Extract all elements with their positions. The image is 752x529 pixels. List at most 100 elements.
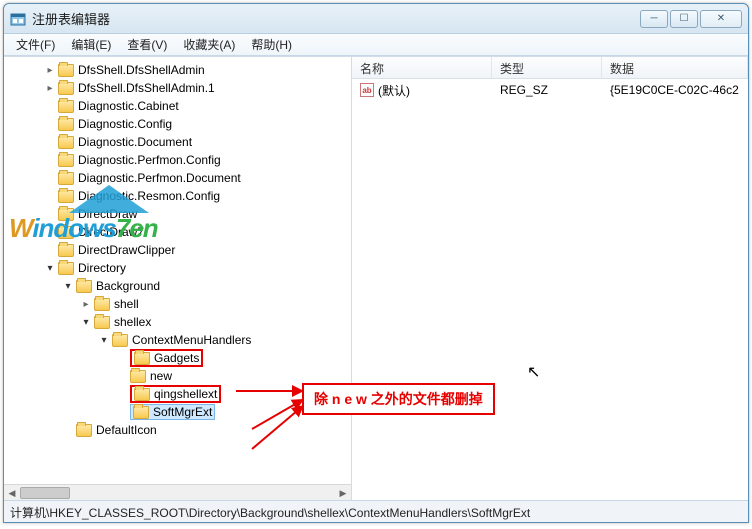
window-controls: ─ ☐ ✕	[640, 10, 742, 28]
tree-node[interactable]: new	[8, 367, 351, 385]
folder-icon	[76, 424, 92, 437]
tree-node[interactable]: ▸ shell	[8, 295, 351, 313]
chevron-none	[44, 190, 56, 202]
value-name: (默认)	[378, 82, 410, 99]
menu-edit[interactable]: 编辑(E)	[63, 34, 119, 55]
tree-node-label: DirectDraw7	[78, 225, 144, 239]
tree-node[interactable]: Diagnostic.Perfmon.Config	[8, 151, 351, 169]
tree-node-label: Diagnostic.Document	[78, 135, 192, 149]
chevron-none	[116, 406, 128, 418]
scroll-left-icon[interactable]: ◀	[4, 485, 20, 500]
tree-node[interactable]: DirectDrawClipper	[8, 241, 351, 259]
titlebar[interactable]: 注册表编辑器 ─ ☐ ✕	[4, 4, 748, 34]
window-title: 注册表编辑器	[32, 9, 640, 28]
chevron-none	[116, 388, 128, 400]
folder-icon	[112, 334, 128, 347]
folder-icon	[58, 136, 74, 149]
tree-node-label: new	[150, 369, 172, 383]
tree-node[interactable]: DirectDraw7	[8, 223, 351, 241]
folder-icon	[134, 352, 150, 365]
chevron-none	[44, 226, 56, 238]
close-button[interactable]: ✕	[700, 10, 742, 28]
chevron-right-icon[interactable]: ▸	[80, 298, 92, 310]
folder-icon	[58, 64, 74, 77]
statusbar: 计算机\HKEY_CLASSES_ROOT\Directory\Backgrou…	[4, 500, 748, 522]
content-area: ▸ DfsShell.DfsShellAdmin ▸ DfsShell.DfsShel…	[4, 56, 748, 500]
list-row[interactable]: ab (默认) REG_SZ {5E19C0CE-C02C-46c2	[352, 81, 748, 99]
tree-node[interactable]: ▸ DfsShell.DfsShellAdmin.1	[8, 79, 351, 97]
menu-view[interactable]: 查看(V)	[119, 34, 175, 55]
folder-icon	[94, 316, 110, 329]
value-type: REG_SZ	[492, 83, 602, 97]
tree-node-label: Diagnostic.Resmon.Config	[78, 189, 220, 203]
list-body[interactable]: ab (默认) REG_SZ {5E19C0CE-C02C-46c2	[352, 79, 748, 101]
maximize-button[interactable]: ☐	[670, 10, 698, 28]
folder-icon	[58, 154, 74, 167]
tree-node[interactable]: Diagnostic.Resmon.Config	[8, 187, 351, 205]
chevron-none	[44, 118, 56, 130]
tree-node[interactable]: ▾ Background	[8, 277, 351, 295]
tree-node-label: ContextMenuHandlers	[132, 333, 251, 347]
tree-node-label: DfsShell.DfsShellAdmin	[78, 63, 205, 77]
tree-node-label: Background	[96, 279, 160, 293]
chevron-none	[44, 136, 56, 148]
folder-icon	[58, 244, 74, 257]
chevron-down-icon[interactable]: ▾	[80, 316, 92, 328]
tree-scroll[interactable]: ▸ DfsShell.DfsShellAdmin ▸ DfsShell.DfsShel…	[4, 57, 351, 484]
folder-icon	[133, 406, 149, 419]
minimize-button[interactable]: ─	[640, 10, 668, 28]
tree-h-scrollbar[interactable]: ◀ ▶	[4, 484, 351, 500]
tree-node[interactable]: Diagnostic.Document	[8, 133, 351, 151]
menu-fav[interactable]: 收藏夹(A)	[175, 34, 243, 55]
chevron-down-icon[interactable]: ▾	[98, 334, 110, 346]
chevron-down-icon[interactable]: ▾	[44, 262, 56, 274]
tree-node[interactable]: ▾ ContextMenuHandlers	[8, 331, 351, 349]
folder-icon	[58, 118, 74, 131]
menu-file[interactable]: 文件(F)	[8, 34, 63, 55]
tree-node-label: Diagnostic.Cabinet	[78, 99, 179, 113]
tree-node-label: Diagnostic.Config	[78, 117, 172, 131]
tree-node[interactable]: ▾ shellex	[8, 313, 351, 331]
folder-icon	[58, 208, 74, 221]
column-name[interactable]: 名称	[352, 57, 492, 78]
folder-icon	[94, 298, 110, 311]
chevron-none	[116, 370, 128, 382]
tree-node[interactable]: ▸ DfsShell.DfsShellAdmin	[8, 61, 351, 79]
tree-node[interactable]: ▾Directory	[8, 259, 351, 277]
menubar: 文件(F) 编辑(E) 查看(V) 收藏夹(A) 帮助(H)	[4, 34, 748, 56]
scroll-thumb[interactable]	[20, 487, 70, 499]
folder-icon	[134, 388, 150, 401]
tree-node-label: qingshellext	[154, 387, 217, 401]
folder-icon	[76, 280, 92, 293]
tree-node-label: Diagnostic.Perfmon.Config	[78, 153, 221, 167]
chevron-down-icon[interactable]: ▾	[62, 280, 74, 292]
chevron-none	[62, 424, 74, 436]
tree-node-label: shellex	[114, 315, 151, 329]
scroll-right-icon[interactable]: ▶	[335, 485, 351, 500]
value-data: {5E19C0CE-C02C-46c2	[602, 83, 748, 97]
tree-node-label: DirectDrawClipper	[78, 243, 175, 257]
tree-node[interactable]: Diagnostic.Perfmon.Document	[8, 169, 351, 187]
mouse-cursor-icon: ↖	[527, 362, 540, 382]
tree-node-label: shell	[114, 297, 139, 311]
column-type[interactable]: 类型	[492, 57, 602, 78]
tree-node[interactable]: Diagnostic.Config	[8, 115, 351, 133]
tree-node[interactable]: Gadgets	[8, 349, 351, 367]
list-pane: 名称 类型 数据 ab (默认) REG_SZ {5E19C0CE-C02C-4…	[352, 57, 748, 500]
tree-node-label: DfsShell.DfsShellAdmin.1	[78, 81, 215, 95]
tree-node-label: Gadgets	[154, 351, 199, 365]
folder-icon	[58, 82, 74, 95]
folder-icon	[58, 190, 74, 203]
tree-node[interactable]: SoftMgrExt	[8, 403, 351, 421]
tree-node[interactable]: Diagnostic.Cabinet	[8, 97, 351, 115]
tree-pane: ▸ DfsShell.DfsShellAdmin ▸ DfsShell.DfsShel…	[4, 57, 352, 500]
chevron-right-icon[interactable]: ▸	[44, 82, 56, 94]
tree-node[interactable]: qingshellext	[8, 385, 351, 403]
tree-node[interactable]: DefaultIcon	[8, 421, 351, 439]
column-data[interactable]: 数据	[602, 57, 748, 78]
tree-node-label: Diagnostic.Perfmon.Document	[78, 171, 241, 185]
chevron-none	[44, 244, 56, 256]
chevron-right-icon[interactable]: ▸	[44, 64, 56, 76]
tree-node[interactable]: DirectDraw	[8, 205, 351, 223]
menu-help[interactable]: 帮助(H)	[243, 34, 300, 55]
